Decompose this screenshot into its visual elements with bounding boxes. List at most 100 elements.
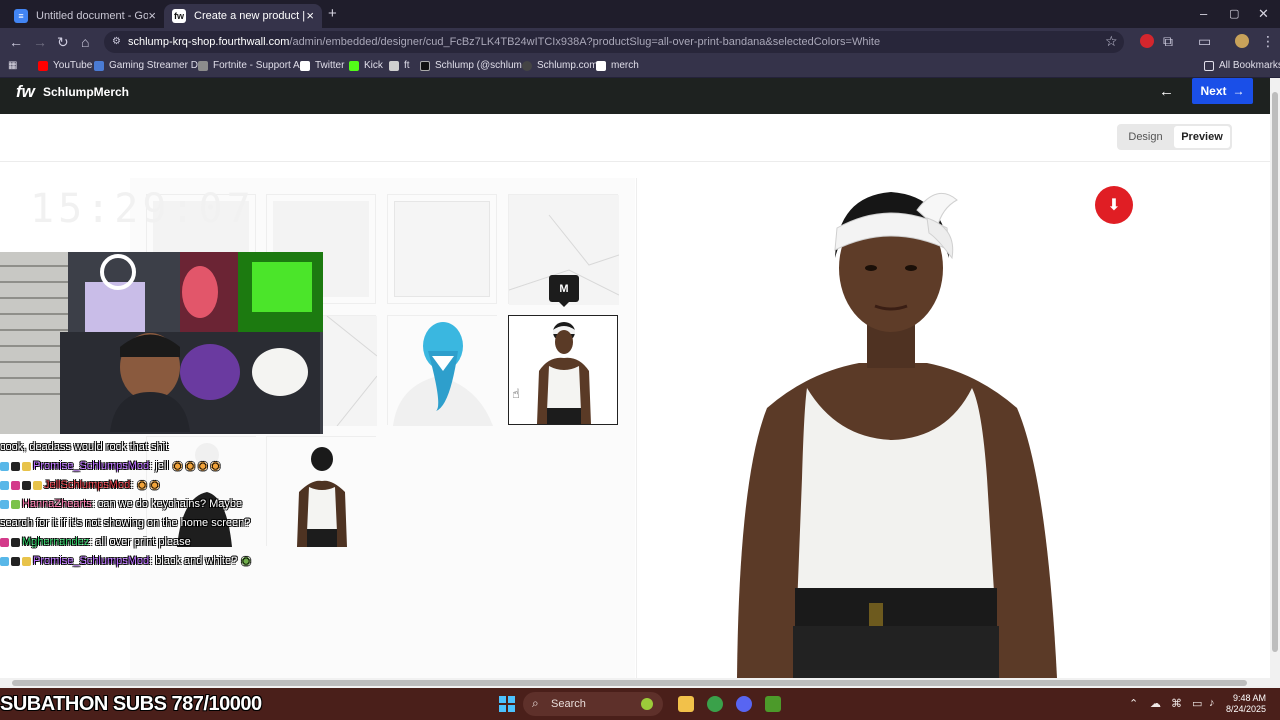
sub-badge-icon [11,538,20,547]
url-input[interactable]: ⚙ schlump-krq-shop.fourthwall.com/admin/… [104,31,1124,53]
bookmark-gaming-streamer[interactable]: Gaming Streamer D... [94,60,206,71]
display-icon[interactable]: ▭ [1192,697,1202,710]
home-icon[interactable]: ⌂ [81,34,89,50]
mod-badge-icon [0,462,9,471]
file-explorer-icon[interactable] [678,696,694,712]
search-highlight-icon [641,698,653,710]
chat-text: search for it if it's not showing on the… [0,517,251,529]
size-tooltip: M [549,275,579,302]
chat-message: Promise_SchlumpsMod : black and white? ◉ [0,552,330,571]
windows-taskbar: SUBATHON SUBS 787/10000 ⌕ Search ⌃ ☁ ⌘ ▭… [0,688,1280,720]
chat-text: : all over print please [89,536,191,548]
reload-icon[interactable]: ↻ [57,34,69,51]
horizontal-scrollbar[interactable] [0,678,1270,688]
twitter-x-icon [300,60,310,71]
chat-username: HannaZhearts [22,498,92,510]
chat-username: Promise_SchlumpsMod [33,460,150,472]
bookmark-ft[interactable]: ft [389,60,410,71]
mockup-thumbnail-selected[interactable] [508,315,618,425]
scroll-thumb[interactable] [12,680,1247,686]
folder-icon [1204,60,1214,71]
tab-preview[interactable]: Preview [1174,126,1230,148]
extension-icon[interactable] [1140,34,1154,48]
site-info-icon[interactable]: ⚙ [112,31,121,53]
youtube-icon [38,60,48,71]
back-icon[interactable]: ← [9,34,23,50]
maximize-icon[interactable]: ▢ [1229,7,1239,20]
vip-badge-icon [22,557,31,566]
sub-badge-icon [22,481,31,490]
minimize-icon[interactable]: – [1200,6,1207,21]
close-window-icon[interactable]: ✕ [1258,6,1269,22]
mockup-thumbnail[interactable] [387,194,497,304]
back-arrow-icon[interactable]: ← [1159,83,1174,100]
side-panel-icon[interactable]: ▭ [1198,33,1211,50]
sub-badge-icon [11,500,20,509]
menu-dots-icon[interactable]: ⋮ [1261,33,1275,50]
clock-time: 9:48 AM [1233,693,1267,703]
url-host: schlump-krq-shop.fourthwall.com [128,36,290,48]
tab-google-docs[interactable]: ≡ Untitled document - Google Docs × [6,4,164,28]
chat-text: : black and white? [149,555,238,567]
address-bar: ← → ↻ ⌂ ⚙ schlump-krq-shop.fourthwall.co… [0,28,1280,56]
search-icon: ⌕ [532,696,539,710]
tab-fourthwall[interactable]: fw Create a new product | Fourthwall × [164,4,322,28]
onedrive-icon[interactable]: ☁ [1150,697,1161,710]
next-button[interactable]: Next → [1192,78,1253,104]
chat-message: HannaZhearts : can we do keychains? Mayb… [0,495,330,514]
ft-icon [389,60,399,71]
minecraft-icon[interactable] [765,696,781,712]
bookmark-kick[interactable]: Kick [349,60,383,71]
close-tab-icon[interactable]: × [306,8,314,23]
chat-text: : can we do keychains? Maybe [91,498,243,510]
new-tab-button[interactable]: + [328,5,337,22]
clock-date: 8/24/2025 [1226,704,1267,714]
arrow-right-icon: → [1232,84,1245,98]
vip-badge-icon [33,481,42,490]
search-label: Search [551,698,586,710]
bookmark-twitter[interactable]: Twitter [300,60,344,71]
chat-message: Promise_SchlumpsMod : jell ◉ ◉ ◉ ◉ [0,457,330,476]
fourthwall-logo[interactable]: fw [16,82,35,102]
chat-message: Mghernandez : all over print please [0,533,330,552]
vip-badge-icon [22,462,31,471]
sub-badge-icon [11,557,20,566]
emote-icon: ◉ ◉ ◉ ◉ [172,460,221,472]
apps-grid-icon[interactable]: ▦ [8,60,17,71]
bookmark-merch[interactable]: merch [596,60,639,71]
discord-icon[interactable] [736,696,752,712]
kick-icon [349,60,359,71]
sub-badge-icon [11,462,20,471]
download-button[interactable]: ⬇ [1095,186,1133,224]
profile-avatar[interactable] [1235,34,1249,48]
chat-text: cook, deadass would rock that shit [0,441,169,453]
vertical-scrollbar[interactable] [1270,78,1280,690]
network-icon[interactable]: ⌘ [1171,697,1182,710]
bookmark-schlump[interactable]: Schlump.com [522,60,598,71]
chrome-icon[interactable] [707,696,723,712]
bookmark-fortnite[interactable]: Fortnite - Support A... [198,60,308,71]
url-path: /admin/embedded/designer/cud_FcBz7LK4TB2… [289,36,881,48]
browser-tab-bar: ≡ Untitled document - Google Docs × fw C… [0,0,1280,28]
chat-text: : [130,479,134,491]
all-bookmarks[interactable]: All Bookmarks [1204,60,1280,71]
download-icon: ⬇ [1107,197,1121,214]
scroll-thumb[interactable] [1272,92,1278,652]
volume-icon[interactable]: ♪ [1209,697,1215,709]
tray-overflow-icon[interactable]: ⌃ [1129,697,1138,710]
preview-panel [636,178,1142,678]
chat-message: JellSchlumpsMod : ◉ ◉ [0,476,330,495]
forward-icon[interactable]: → [33,34,47,50]
bookmark-star-icon[interactable]: ☆ [1105,33,1118,50]
system-clock[interactable]: 9:48 AM 8/24/2025 [1226,693,1266,715]
taskbar-search[interactable]: ⌕ Search [523,692,663,716]
extensions-puzzle-icon[interactable]: ⧉ [1163,33,1173,50]
schlump-icon [522,60,532,71]
bookmark-tiktok[interactable]: Schlump (@schlum... [420,60,530,71]
mockup-thumbnail[interactable] [387,315,498,426]
bookmark-youtube[interactable]: YouTube [38,60,92,71]
chat-username: Promise_SchlumpsMod [33,555,150,567]
close-tab-icon[interactable]: × [148,8,156,23]
tab-design[interactable]: Design [1117,124,1174,150]
windows-start-icon[interactable] [499,696,515,712]
